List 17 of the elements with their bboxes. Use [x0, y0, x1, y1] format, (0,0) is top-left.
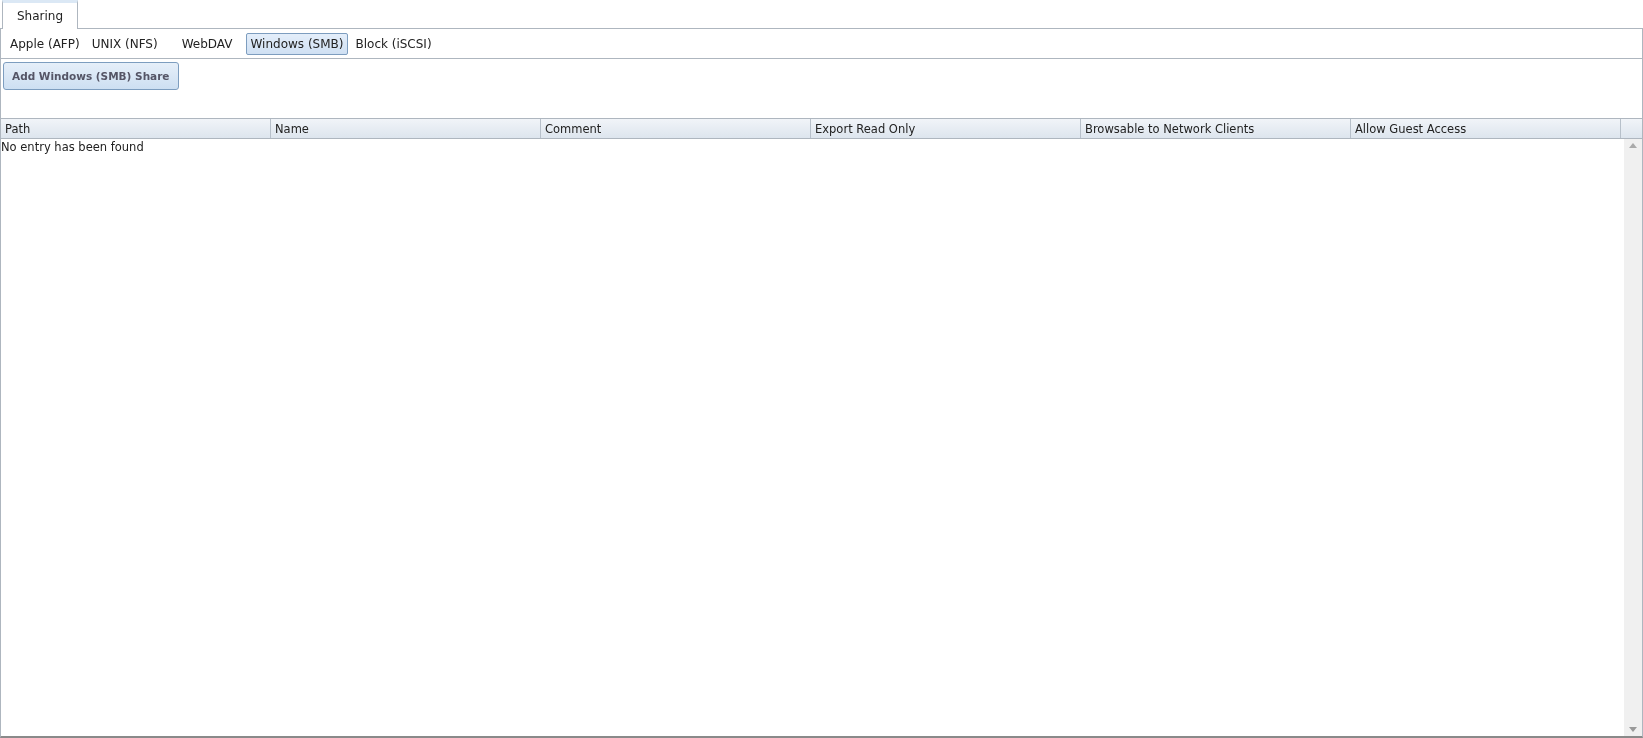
scroll-down-icon[interactable]	[1629, 727, 1637, 732]
sub-tab[interactable]: UNIX (NFS)	[86, 32, 163, 55]
sub-tab[interactable]: Windows (SMB)	[245, 32, 349, 55]
add-share-button[interactable]: Add Windows (SMB) Share	[3, 62, 179, 90]
column-header[interactable]: Browsable to Network Clients	[1081, 119, 1351, 138]
column-header[interactable]: Allow Guest Access	[1351, 119, 1621, 138]
column-header[interactable]: Export Read Only	[811, 119, 1081, 138]
empty-message: No entry has been found	[1, 140, 144, 154]
sub-tab[interactable]: Block (iSCSI)	[350, 32, 437, 55]
tab[interactable]: Sharing	[2, 0, 79, 29]
column-header[interactable]: Name	[271, 119, 541, 138]
column-header[interactable]: Path	[1, 119, 271, 138]
column-header[interactable]: Comment	[541, 119, 811, 138]
scroll-up-icon[interactable]	[1629, 143, 1637, 148]
scrollbar[interactable]	[1624, 139, 1642, 736]
sub-tab[interactable]: WebDAV	[176, 32, 238, 55]
sub-tab[interactable]: Apple (AFP)	[5, 32, 85, 55]
